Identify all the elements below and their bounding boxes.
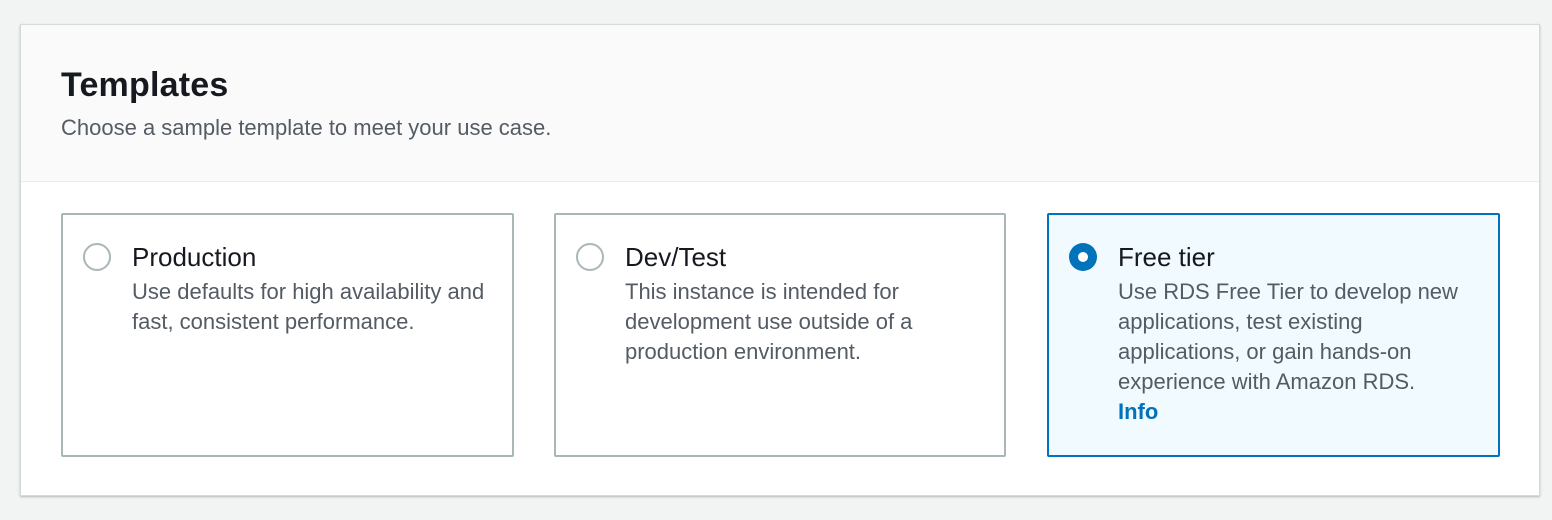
- templates-panel: Templates Choose a sample template to me…: [20, 24, 1540, 496]
- template-options: Production Use defaults for high availab…: [61, 213, 1501, 457]
- radio-button-dev-test[interactable]: [576, 243, 604, 271]
- template-option-free-tier[interactable]: Free tier Use RDS Free Tier to develop n…: [1047, 213, 1500, 457]
- option-title: Production: [132, 242, 257, 272]
- option-title: Dev/Test: [625, 242, 727, 272]
- template-option-production[interactable]: Production Use defaults for high availab…: [61, 213, 514, 457]
- option-description: Use defaults for high availability and f…: [132, 279, 485, 334]
- panel-header: Templates Choose a sample template to me…: [21, 25, 1539, 182]
- option-body: Free tier Use RDS Free Tier to develop n…: [1118, 241, 1478, 427]
- option-title: Free tier: [1118, 242, 1215, 272]
- option-description: This instance is intended for developmen…: [625, 279, 913, 364]
- radio-button-free-tier[interactable]: [1069, 243, 1097, 271]
- section-title: Templates: [61, 66, 229, 104]
- option-body: Production Use defaults for high availab…: [132, 241, 492, 337]
- option-body: Dev/Test This instance is intended for d…: [625, 241, 984, 367]
- radio-button-production[interactable]: [83, 243, 111, 271]
- template-option-dev-test[interactable]: Dev/Test This instance is intended for d…: [554, 213, 1006, 457]
- option-description: Use RDS Free Tier to develop new applica…: [1118, 279, 1458, 394]
- info-link[interactable]: Info: [1118, 397, 1478, 427]
- section-description: Choose a sample template to meet your us…: [61, 115, 552, 140]
